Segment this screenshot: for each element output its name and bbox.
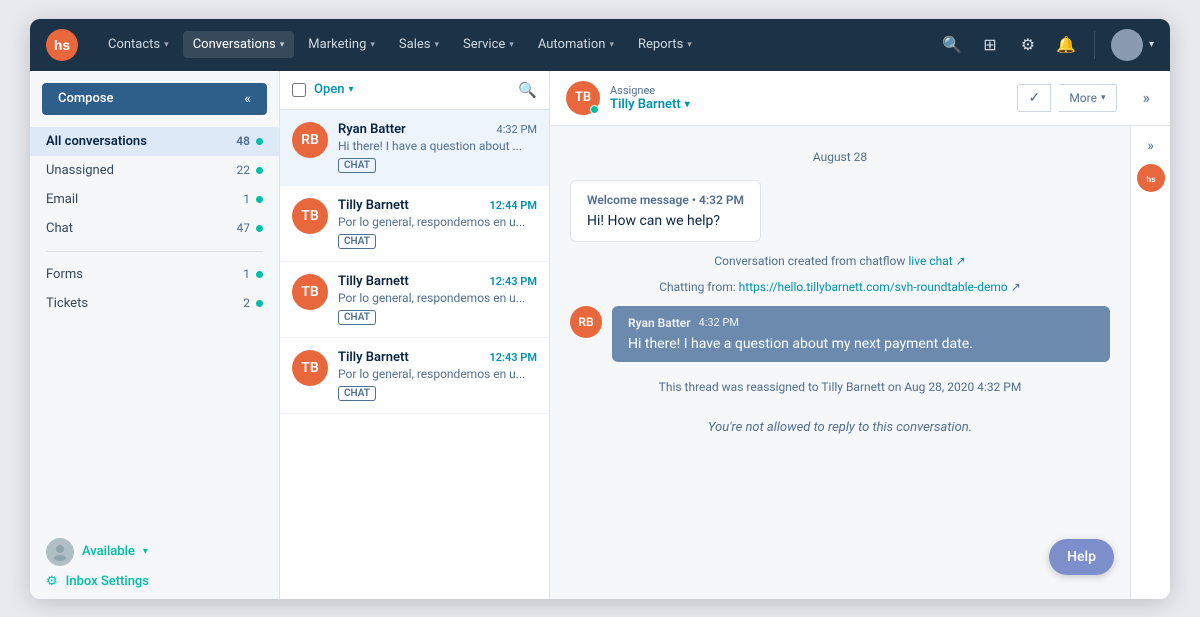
status-dot bbox=[256, 138, 263, 145]
assignee-info: Assignee Tilly Barnett ▾ bbox=[610, 84, 1007, 112]
collapse-icon: « bbox=[244, 91, 251, 107]
messages-area: August 28 Welcome message • 4:32 PM Hi! … bbox=[550, 126, 1130, 599]
status-dot bbox=[256, 300, 263, 307]
right-panel-collapse-icon[interactable]: » bbox=[1147, 138, 1154, 154]
reassign-notice: This thread was reassigned to Tilly Barn… bbox=[570, 374, 1110, 400]
nav-marketing[interactable]: Marketing ▾ bbox=[298, 31, 385, 58]
sidebar-divider bbox=[46, 251, 263, 252]
sidebar: Compose « All conversations 48 Unassigne… bbox=[30, 71, 280, 599]
user-avatar-small bbox=[46, 538, 74, 566]
user-message-bubble: Ryan Batter 4:32 PM Hi there! I have a q… bbox=[612, 306, 1110, 362]
chevron-down-icon: ▾ bbox=[164, 40, 169, 50]
apps-icon[interactable]: ⊞ bbox=[974, 29, 1006, 61]
search-icon[interactable]: 🔍 bbox=[936, 29, 968, 61]
sidebar-footer: Available ▾ ⚙ Inbox Settings bbox=[30, 528, 279, 599]
chevron-down-icon: ▾ bbox=[434, 40, 439, 50]
system-message-chatflow: Conversation created from chatflow live … bbox=[570, 254, 1110, 268]
notifications-icon[interactable]: 🔔 bbox=[1050, 29, 1082, 61]
status-dot bbox=[590, 105, 599, 114]
conversation-items: RB Ryan Batter 4:32 PM Hi there! I have … bbox=[280, 110, 549, 599]
messages-wrapper: August 28 Welcome message • 4:32 PM Hi! … bbox=[550, 126, 1130, 599]
nav-sales[interactable]: Sales ▾ bbox=[389, 31, 449, 58]
avatar: RB bbox=[292, 122, 328, 158]
avatar[interactable] bbox=[1111, 29, 1143, 61]
sidebar-item-forms[interactable]: Forms 1 bbox=[30, 260, 279, 289]
collapse-panel-icon[interactable]: » bbox=[1139, 84, 1155, 111]
avatar: TB bbox=[292, 198, 328, 234]
hubspot-panel-icon[interactable]: hs bbox=[1137, 164, 1165, 192]
list-item[interactable]: TB Tilly Barnett 12:44 PM Por lo general… bbox=[280, 186, 549, 262]
nav-divider bbox=[1094, 31, 1095, 59]
svg-text:hs: hs bbox=[54, 37, 71, 53]
sidebar-nav: All conversations 48 Unassigned 22 Email… bbox=[30, 123, 279, 528]
gear-icon: ⚙ bbox=[46, 574, 58, 589]
status-dot bbox=[256, 225, 263, 232]
avatar: TB bbox=[292, 274, 328, 310]
conv-list-header: Open ▾ 🔍 bbox=[280, 71, 549, 110]
conv-body: Tilly Barnett 12:43 PM Por lo general, r… bbox=[338, 274, 537, 325]
top-nav: hs Contacts ▾ Conversations ▾ Marketing … bbox=[30, 19, 1170, 71]
more-options-button[interactable]: More ▾ bbox=[1059, 84, 1116, 112]
user-message-avatar: RB bbox=[570, 306, 602, 338]
list-item[interactable]: TB Tilly Barnett 12:43 PM Por lo general… bbox=[280, 338, 549, 414]
help-button[interactable]: Help bbox=[1049, 539, 1114, 575]
chat-header-actions: ✓ More ▾ bbox=[1017, 84, 1116, 112]
svg-text:hs: hs bbox=[1146, 175, 1156, 184]
inbox-settings-button[interactable]: ⚙ Inbox Settings bbox=[46, 574, 263, 589]
sidebar-item-tickets[interactable]: Tickets 2 bbox=[30, 289, 279, 318]
nav-right: 🔍 ⊞ ⚙ 🔔 ▾ bbox=[936, 29, 1154, 61]
conversation-list: Open ▾ 🔍 RB Ryan Batter 4:32 PM Hi there… bbox=[280, 71, 550, 599]
open-filter-dropdown[interactable]: Open ▾ bbox=[314, 82, 354, 97]
sidebar-item-all-conversations[interactable]: All conversations 48 bbox=[30, 127, 279, 156]
nav-contacts[interactable]: Contacts ▾ bbox=[98, 31, 179, 58]
chatting-url-link[interactable]: https://hello.tillybarnett.com/svh-round… bbox=[739, 280, 1008, 294]
assignee-avatar: TB bbox=[566, 81, 600, 115]
chevron-down-icon: ▾ bbox=[609, 40, 614, 50]
search-conversations-icon[interactable]: 🔍 bbox=[518, 81, 537, 99]
resolve-check-button[interactable]: ✓ bbox=[1017, 84, 1051, 112]
avatar: TB bbox=[292, 350, 328, 386]
compose-button[interactable]: Compose « bbox=[42, 83, 267, 115]
chevron-down-icon: ▾ bbox=[687, 40, 692, 50]
chevron-down-icon: ▾ bbox=[685, 99, 690, 110]
sidebar-item-chat[interactable]: Chat 47 bbox=[30, 214, 279, 243]
right-panel: » hs bbox=[1130, 126, 1170, 599]
chat-header: TB Assignee Tilly Barnett ▾ ✓ More ▾ bbox=[550, 71, 1170, 126]
nav-items: Contacts ▾ Conversations ▾ Marketing ▾ S… bbox=[98, 31, 936, 58]
hubspot-logo[interactable]: hs bbox=[46, 29, 78, 61]
nav-reports[interactable]: Reports ▾ bbox=[628, 31, 702, 58]
avatar-chevron-icon[interactable]: ▾ bbox=[1149, 39, 1154, 50]
system-message-chatting: Chatting from: https://hello.tillybarnet… bbox=[570, 280, 1110, 294]
status-dot bbox=[256, 196, 263, 203]
status-dot bbox=[256, 271, 263, 278]
nav-automation[interactable]: Automation ▾ bbox=[528, 31, 624, 58]
chevron-down-icon: ▾ bbox=[348, 84, 353, 95]
status-dot bbox=[256, 167, 263, 174]
list-item[interactable]: TB Tilly Barnett 12:43 PM Por lo general… bbox=[280, 262, 549, 338]
chevron-down-icon: ▾ bbox=[370, 40, 375, 50]
chevron-down-icon: ▾ bbox=[509, 40, 514, 50]
chevron-down-icon: ▾ bbox=[1101, 93, 1106, 103]
chevron-down-icon: ▾ bbox=[280, 40, 285, 50]
conv-body: Tilly Barnett 12:43 PM Por lo general, r… bbox=[338, 350, 537, 401]
nav-conversations[interactable]: Conversations ▾ bbox=[183, 31, 295, 58]
live-chat-link[interactable]: live chat ↗ bbox=[908, 254, 965, 268]
chevron-down-icon: ▾ bbox=[143, 546, 148, 557]
sidebar-item-email[interactable]: Email 1 bbox=[30, 185, 279, 214]
main-content: Compose « All conversations 48 Unassigne… bbox=[30, 71, 1170, 599]
sidebar-item-unassigned[interactable]: Unassigned 22 bbox=[30, 156, 279, 185]
welcome-message-bubble: Welcome message • 4:32 PM Hi! How can we… bbox=[570, 180, 761, 242]
available-status-button[interactable]: Available ▾ bbox=[46, 538, 263, 566]
select-all-checkbox[interactable] bbox=[292, 83, 306, 97]
chat-area: TB Assignee Tilly Barnett ▾ ✓ More ▾ bbox=[550, 71, 1170, 599]
conv-body: Tilly Barnett 12:44 PM Por lo general, r… bbox=[338, 198, 537, 249]
date-divider: August 28 bbox=[570, 150, 1110, 164]
nav-service[interactable]: Service ▾ bbox=[453, 31, 524, 58]
user-message-row: RB Ryan Batter 4:32 PM Hi there! I have … bbox=[570, 306, 1110, 362]
no-reply-notice: You're not allowed to reply to this conv… bbox=[570, 412, 1110, 443]
settings-icon[interactable]: ⚙ bbox=[1012, 29, 1044, 61]
list-item[interactable]: RB Ryan Batter 4:32 PM Hi there! I have … bbox=[280, 110, 549, 186]
assignee-name[interactable]: Tilly Barnett ▾ bbox=[610, 97, 1007, 112]
conv-body: Ryan Batter 4:32 PM Hi there! I have a q… bbox=[338, 122, 537, 173]
